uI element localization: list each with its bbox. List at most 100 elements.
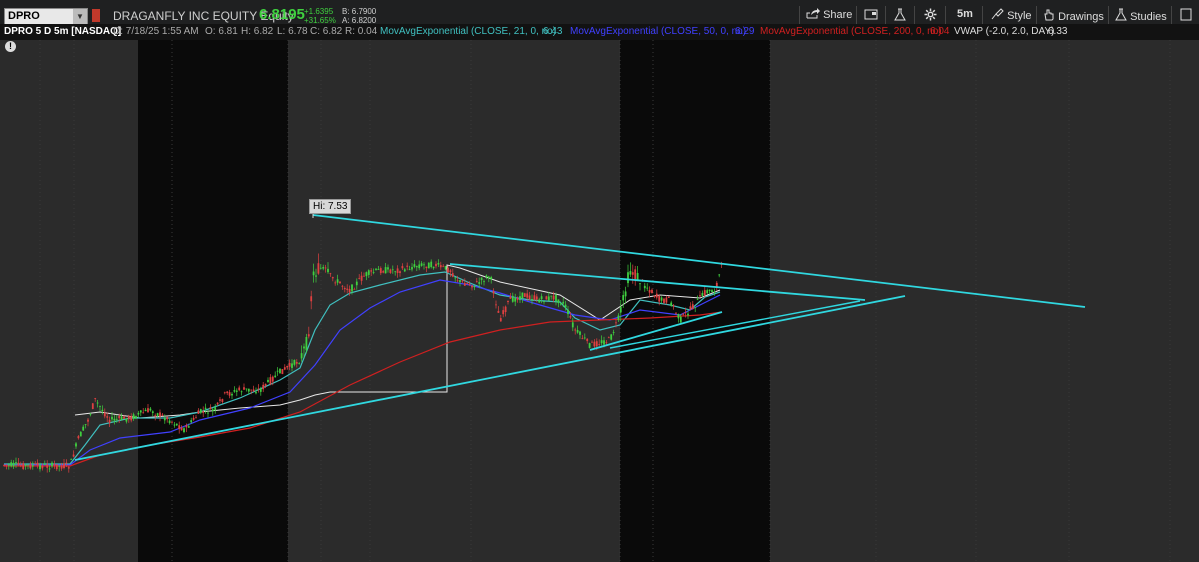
- candle-body: [564, 304, 567, 308]
- candle-body: [238, 387, 241, 391]
- chevron-down-icon[interactable]: ▼: [73, 9, 87, 25]
- candle-body: [55, 464, 58, 470]
- candle-body: [533, 295, 536, 300]
- candle-body: [615, 322, 617, 324]
- vwap-value: 6.33: [1048, 26, 1068, 37]
- candle-body: [310, 296, 313, 302]
- candle-body: [667, 296, 670, 298]
- candle-body: [571, 322, 574, 328]
- candle-body: [598, 344, 601, 346]
- style-button[interactable]: Style: [990, 8, 1032, 22]
- ema21-label[interactable]: MovAvgExponential (CLOSE, 21, 0, no): [380, 24, 556, 40]
- candle-body: [701, 292, 704, 296]
- candle-body: [586, 338, 589, 342]
- drawings-button[interactable]: Drawings: [1043, 8, 1104, 23]
- candle-body: [550, 295, 553, 297]
- candle-body: [639, 283, 641, 285]
- candle-body: [168, 420, 171, 424]
- symbol-input[interactable]: DPRO: [8, 10, 40, 22]
- toolbar-divider: [914, 6, 915, 26]
- candle-body: [545, 296, 548, 300]
- candle-body: [617, 315, 620, 321]
- candle-body: [264, 383, 267, 386]
- candle-body: [497, 310, 500, 313]
- candle-body: [543, 301, 545, 303]
- candle-body: [627, 272, 629, 284]
- flag-icon[interactable]: [92, 9, 100, 22]
- candle-body: [425, 266, 428, 269]
- candle-body: [106, 416, 109, 418]
- candle-body: [286, 365, 289, 368]
- ema50-label[interactable]: MovAvgExponential (CLOSE, 50, 0, no): [570, 24, 746, 40]
- candle-body: [235, 390, 238, 392]
- overflow-button[interactable]: [1180, 8, 1192, 24]
- candle-body: [211, 409, 214, 412]
- candle-body: [53, 464, 56, 466]
- candle-body: [576, 330, 579, 333]
- candle-body: [226, 391, 229, 394]
- candle-body: [58, 465, 61, 467]
- candle-body: [334, 282, 337, 284]
- candle-body: [634, 269, 637, 280]
- candle-body: [372, 272, 375, 274]
- candle-body: [283, 367, 286, 370]
- ema200-label[interactable]: MovAvgExponential (CLOSE, 200, 0, no): [760, 24, 942, 40]
- candle-body: [607, 337, 610, 339]
- candle-body: [651, 289, 653, 294]
- candle-body: [84, 424, 87, 426]
- snapshot-button[interactable]: [864, 8, 878, 23]
- candle-body: [559, 303, 562, 305]
- candle-body: [451, 273, 454, 277]
- candle-body: [547, 296, 550, 301]
- candle-body: [75, 443, 77, 447]
- candle-body: [288, 362, 291, 367]
- studies-button[interactable]: Studies: [1115, 8, 1167, 23]
- candle-body: [389, 269, 392, 273]
- candle-body: [588, 343, 591, 348]
- bar-open: O: 6.81: [205, 26, 238, 37]
- toolbar-divider: [1036, 6, 1037, 26]
- candle-body: [151, 411, 154, 414]
- candle-body: [696, 299, 699, 301]
- style-icon: [991, 8, 1004, 20]
- timeframe-button[interactable]: 5m: [957, 8, 973, 20]
- bar-low: L: 6.78: [277, 26, 308, 37]
- candle-body: [247, 388, 250, 392]
- price-chart[interactable]: [0, 40, 1199, 562]
- candle-body: [103, 412, 106, 417]
- candle-body: [190, 420, 193, 423]
- flask-button[interactable]: [894, 8, 906, 24]
- candle-body: [353, 288, 356, 290]
- candle-body: [492, 291, 495, 294]
- candle-body: [149, 408, 152, 411]
- candle-body: [420, 263, 423, 266]
- candle-body: [175, 423, 178, 426]
- net-change: +1.6395: [304, 7, 334, 16]
- toolbar-divider: [1108, 6, 1109, 26]
- settings-button[interactable]: [924, 8, 937, 24]
- candle-body: [483, 281, 485, 283]
- candle-body: [77, 436, 80, 439]
- candle-body: [300, 353, 303, 359]
- candle-body: [384, 267, 387, 274]
- candle-body: [252, 389, 255, 392]
- candle-body: [305, 337, 308, 351]
- candle-body: [351, 284, 353, 292]
- candle-body: [331, 277, 334, 279]
- share-button[interactable]: Share: [806, 8, 852, 21]
- alert-icon[interactable]: !: [5, 41, 16, 52]
- candle-body: [346, 288, 349, 290]
- candle-body: [209, 407, 212, 410]
- candle-body: [480, 277, 483, 281]
- candle-body: [600, 340, 603, 344]
- candle-body: [113, 418, 116, 421]
- candle-body: [655, 293, 658, 298]
- candle-body: [115, 418, 118, 420]
- candle-body: [511, 295, 514, 302]
- candle-body: [259, 388, 262, 392]
- candle-body: [706, 290, 709, 294]
- vwap-label[interactable]: VWAP (-2.0, 2.0, DAY): [954, 24, 1054, 40]
- candle-body: [612, 332, 615, 333]
- candle-body: [708, 289, 711, 292]
- candle-body: [535, 296, 538, 300]
